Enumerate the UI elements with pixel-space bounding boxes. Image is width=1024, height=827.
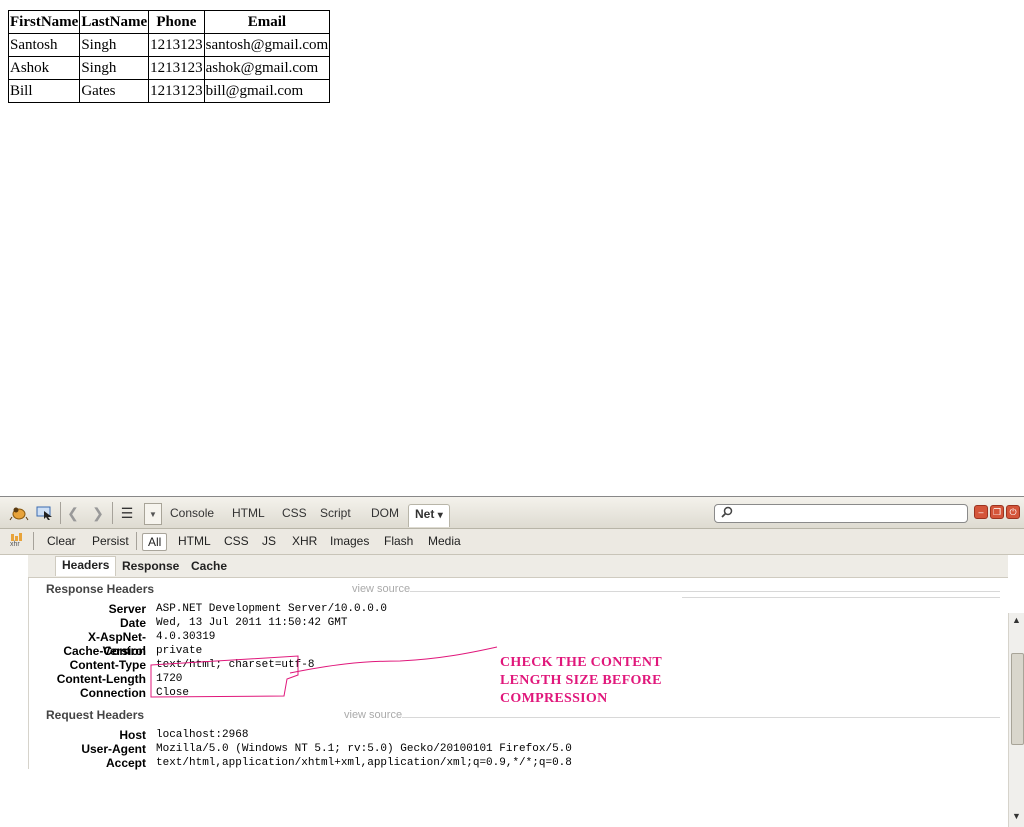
tab-console[interactable]: Console bbox=[170, 506, 214, 520]
page-content: FirstName LastName Phone Email Santosh S… bbox=[0, 0, 1024, 496]
filter-xhr[interactable]: XHR bbox=[287, 533, 322, 549]
menu-dropdown-icon[interactable]: ▼ bbox=[144, 503, 162, 525]
column-header-lastname: LastName bbox=[79, 10, 150, 34]
tab-dom[interactable]: DOM bbox=[371, 506, 399, 520]
tab-net[interactable]: Net ▾ bbox=[408, 504, 450, 527]
cell-firstname: Santosh bbox=[7, 33, 81, 57]
header-name: Host bbox=[119, 728, 146, 742]
column-header-phone: Phone bbox=[148, 10, 205, 34]
scroll-up-icon[interactable]: ▲ bbox=[1012, 615, 1021, 625]
section-divider bbox=[402, 717, 1000, 718]
cell-email: santosh@gmail.com bbox=[203, 33, 331, 57]
header-value: text/html; charset=utf-8 bbox=[156, 659, 315, 671]
table-row: Santosh Singh 1213123 santosh@gmail.com bbox=[7, 33, 331, 57]
request-gutter bbox=[0, 555, 29, 769]
section-divider bbox=[410, 591, 1000, 592]
annotation-line: COMPRESSION bbox=[500, 691, 608, 706]
menu-list-icon[interactable]: ☰ bbox=[117, 503, 137, 523]
detach-icon[interactable]: ❐ bbox=[990, 505, 1004, 519]
toolbar-divider bbox=[136, 532, 137, 550]
table-row: Bill Gates 1213123 bill@gmail.com bbox=[7, 79, 331, 103]
header-name: Server bbox=[108, 602, 146, 616]
close-firebug-icon[interactable]: ⏻ bbox=[1006, 505, 1020, 519]
tab-headers[interactable]: Headers bbox=[55, 556, 117, 576]
search-input[interactable] bbox=[714, 504, 968, 523]
tab-response[interactable]: Response bbox=[116, 558, 185, 574]
table-header-row: FirstName LastName Phone Email bbox=[7, 10, 331, 34]
header-name: Connection bbox=[80, 686, 146, 700]
search-icon bbox=[721, 506, 733, 521]
request-headers-title[interactable]: Request Headers bbox=[46, 708, 144, 722]
tab-cache[interactable]: Cache bbox=[185, 558, 233, 574]
cell-phone: 1213123 bbox=[148, 33, 205, 57]
cell-lastname: Singh bbox=[79, 56, 150, 80]
header-name: User-Agent bbox=[81, 742, 146, 756]
cell-firstname: Ashok bbox=[7, 56, 81, 80]
forward-arrow-icon[interactable]: ❯ bbox=[89, 503, 107, 523]
header-value: ASP.NET Development Server/10.0.0.0 bbox=[156, 603, 388, 615]
header-value: Wed, 13 Jul 2011 11:50:42 GMT bbox=[156, 617, 348, 629]
header-name: Content-Type bbox=[69, 658, 146, 672]
header-value: localhost:2968 bbox=[156, 729, 249, 741]
annotation-note: CHECK THE CONTENT LENGTH SIZE BEFORE COM… bbox=[500, 654, 685, 708]
filter-flash[interactable]: Flash bbox=[379, 533, 418, 549]
header-name: Content-Length bbox=[56, 672, 146, 686]
xhr-icon-label: xhr bbox=[10, 541, 20, 548]
toolbar-divider bbox=[112, 502, 113, 524]
detail-tabs: Headers Response Cache bbox=[28, 555, 1008, 578]
firebug-bug-icon[interactable] bbox=[8, 503, 30, 523]
cell-email: bill@gmail.com bbox=[203, 79, 331, 103]
header-value: Close bbox=[156, 687, 190, 699]
scroll-down-icon[interactable]: ▼ bbox=[1012, 811, 1021, 821]
toolbar-divider bbox=[60, 502, 61, 524]
tab-script[interactable]: Script bbox=[320, 506, 351, 520]
header-value: text/html,application/xhtml+xml,applicat… bbox=[156, 757, 572, 769]
column-header-firstname: FirstName bbox=[7, 10, 81, 34]
net-dropdown-caret-icon: ▾ bbox=[437, 510, 443, 521]
cell-firstname: Bill bbox=[7, 79, 81, 103]
people-table: FirstName LastName Phone Email Santosh S… bbox=[7, 10, 331, 103]
response-headers-title[interactable]: Response Headers bbox=[46, 582, 154, 596]
filter-images[interactable]: Images bbox=[325, 533, 374, 549]
header-name: Date bbox=[119, 616, 146, 630]
net-request-detail: Headers Response Cache Response Headers … bbox=[0, 555, 1024, 827]
filter-all[interactable]: All bbox=[142, 533, 168, 551]
tab-css[interactable]: CSS bbox=[282, 506, 307, 520]
minimize-icon[interactable]: – bbox=[974, 505, 988, 519]
cell-email: ashok@gmail.com bbox=[203, 56, 331, 80]
filter-media[interactable]: Media bbox=[423, 533, 466, 549]
annotation-line: CHECK THE CONTENT bbox=[500, 655, 662, 670]
column-header-email: Email bbox=[203, 10, 331, 34]
annotation-line: LENGTH SIZE BEFORE bbox=[500, 673, 662, 688]
section-divider bbox=[682, 597, 1000, 598]
header-name: Cache-Control bbox=[63, 644, 146, 658]
header-value: private bbox=[156, 645, 203, 657]
header-value: 4.0.30319 bbox=[156, 631, 216, 643]
header-value: Mozilla/5.0 (Windows NT 5.1; rv:5.0) Gec… bbox=[156, 743, 572, 755]
tab-net-label: Net bbox=[415, 507, 435, 521]
cell-phone: 1213123 bbox=[148, 56, 205, 80]
firebug-toolbar: ❮ ❯ ☰ ▼ Console HTML CSS Script DOM Net … bbox=[0, 497, 1024, 529]
inspect-element-icon[interactable] bbox=[35, 503, 55, 523]
response-view-source-link[interactable]: view source bbox=[352, 583, 410, 595]
header-value: 1720 bbox=[156, 673, 183, 685]
xhr-icon[interactable]: xhr bbox=[9, 533, 25, 549]
back-arrow-icon[interactable]: ❮ bbox=[64, 503, 82, 523]
persist-button[interactable]: Persist bbox=[87, 533, 134, 549]
filter-js[interactable]: JS bbox=[257, 533, 281, 549]
cell-lastname: Gates bbox=[79, 79, 150, 103]
tab-html[interactable]: HTML bbox=[232, 506, 265, 520]
cell-phone: 1213123 bbox=[148, 79, 205, 103]
filter-css[interactable]: CSS bbox=[219, 533, 254, 549]
scrollbar-thumb[interactable] bbox=[1011, 653, 1024, 745]
clear-button[interactable]: Clear bbox=[42, 533, 81, 549]
filter-html[interactable]: HTML bbox=[173, 533, 216, 549]
toolbar-divider bbox=[33, 532, 34, 550]
net-filter-toolbar: xhr Clear Persist All HTML CSS JS XHR Im… bbox=[0, 529, 1024, 555]
cell-lastname: Singh bbox=[79, 33, 150, 57]
request-view-source-link[interactable]: view source bbox=[344, 709, 402, 721]
table-row: Ashok Singh 1213123 ashok@gmail.com bbox=[7, 56, 331, 80]
vertical-scrollbar[interactable]: ▲ ▼ bbox=[1008, 613, 1024, 827]
firebug-panel: ❮ ❯ ☰ ▼ Console HTML CSS Script DOM Net … bbox=[0, 496, 1024, 827]
